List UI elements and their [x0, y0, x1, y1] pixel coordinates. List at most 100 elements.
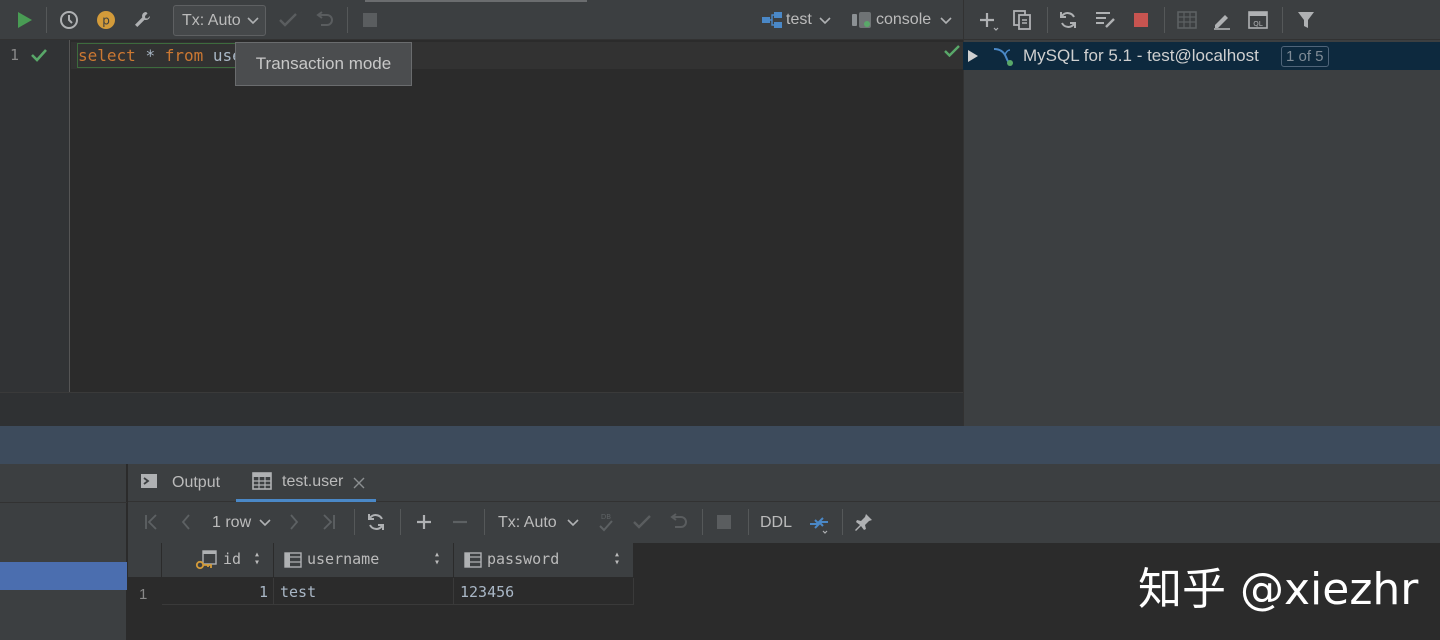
pin-icon[interactable] [852, 510, 876, 534]
stop-icon[interactable] [358, 8, 382, 32]
toolbar-top-accent [365, 0, 587, 2]
primary-key-column-icon [194, 550, 218, 572]
submit-db-icon[interactable]: DB [594, 510, 618, 534]
svg-text:p: p [102, 14, 110, 28]
commit-icon[interactable] [630, 510, 654, 534]
chevron-down-icon[interactable] [566, 516, 580, 530]
next-page-icon[interactable] [283, 510, 305, 534]
ddl-button[interactable]: DDL [760, 514, 792, 532]
row-count-selector[interactable]: 1 row [212, 514, 251, 532]
table-icon [252, 471, 274, 492]
sidebar-divider [0, 502, 127, 503]
toolbar-separator [842, 509, 843, 535]
schema-sync-icon[interactable] [1092, 8, 1118, 32]
rollback-icon[interactable] [312, 8, 336, 32]
cell-username[interactable]: test [274, 578, 454, 605]
close-icon[interactable] [351, 474, 367, 490]
expand-arrow-icon[interactable] [964, 47, 982, 65]
toolbar-separator [347, 7, 348, 33]
toolbar-separator [46, 7, 47, 33]
table-view-icon[interactable] [1174, 8, 1200, 32]
add-icon[interactable] [975, 8, 1001, 34]
transaction-mode-tooltip: Transaction mode [235, 42, 412, 86]
check-icon [29, 46, 49, 64]
remove-row-icon[interactable] [448, 510, 472, 534]
reload-icon[interactable] [364, 510, 388, 534]
sort-arrows-icon[interactable]: ▴ ▾ [434, 550, 440, 568]
refresh-icon[interactable] [1056, 8, 1080, 32]
history-icon[interactable] [57, 8, 81, 32]
toolbar-separator [1047, 7, 1048, 33]
mysql-icon [991, 45, 1015, 67]
sort-arrows-icon[interactable]: ▴ ▾ [254, 550, 260, 568]
toolbar-separator [702, 509, 703, 535]
sort-arrows-icon[interactable]: ▴ ▾ [614, 550, 620, 568]
chevron-down-icon [246, 14, 260, 28]
stop-red-icon[interactable] [1129, 8, 1153, 32]
results-tx-mode-selector[interactable]: Tx: Auto [498, 514, 557, 532]
filter-icon[interactable] [1294, 8, 1318, 32]
tab-output[interactable]: Output [140, 464, 220, 502]
console-icon [850, 8, 874, 32]
svg-text:QL: QL [1253, 20, 1263, 28]
toolbar-separator [484, 509, 485, 535]
keyword-from: from [164, 46, 204, 65]
chevron-down-icon[interactable] [818, 14, 832, 28]
toolbar-separator [1164, 7, 1165, 33]
code-line[interactable]: select * from use [77, 43, 245, 68]
column-header-id[interactable]: id ▴ ▾ [162, 543, 274, 577]
column-header-username[interactable]: username ▴ ▾ [274, 543, 454, 577]
chevron-down-icon[interactable] [939, 14, 953, 28]
column-icon [462, 550, 484, 570]
profile-icon[interactable]: p [94, 8, 118, 32]
tab-test-user[interactable]: test.user [236, 464, 376, 502]
column-icon [282, 550, 304, 570]
query-console-icon[interactable]: QL [1246, 8, 1270, 32]
services-sidebar [0, 464, 127, 640]
results-toolbar: 1 row Tx: Auto DB DDL [128, 502, 1440, 543]
column-header-label: password [487, 550, 560, 568]
chevron-down-icon[interactable] [258, 516, 272, 530]
column-header-label: id [223, 550, 242, 568]
svg-text:DB: DB [601, 513, 611, 521]
toolbar-separator [400, 509, 401, 535]
cell-id[interactable]: 1 [162, 578, 274, 605]
database-toolbar: QL [963, 0, 1440, 40]
copy-icon[interactable] [1010, 8, 1034, 32]
row-header-corner [128, 543, 162, 577]
sql-editor[interactable] [71, 40, 963, 392]
connection-count-badge: 1 of 5 [1281, 46, 1329, 67]
toolbar-separator [748, 509, 749, 535]
column-header-label: username [307, 550, 380, 568]
tab-test-user-label: test.user [282, 472, 344, 490]
previous-page-icon[interactable] [175, 510, 197, 534]
keyword-select: select [78, 46, 136, 65]
rollback-icon[interactable] [666, 510, 690, 534]
tx-mode-dropdown[interactable]: Tx: Auto [173, 5, 266, 36]
schema-selector[interactable]: test [786, 11, 812, 29]
first-page-icon[interactable] [140, 510, 162, 534]
services-selected-item[interactable] [0, 562, 127, 590]
database-tree-panel [963, 40, 1440, 426]
edit-pencil-icon[interactable] [1210, 8, 1234, 32]
toolbar-separator [354, 509, 355, 535]
connection-label[interactable]: MySQL for 5.1 - test@localhost [1023, 46, 1259, 66]
column-header-password[interactable]: password ▴ ▾ [454, 543, 634, 577]
add-row-icon[interactable] [412, 510, 436, 534]
editor-toolbar: p Tx: Auto test console [0, 0, 963, 40]
line-number: 1 [10, 46, 20, 64]
schema-icon [760, 8, 784, 32]
cell-password[interactable]: 123456 [454, 578, 634, 605]
toolbar-separator [1282, 7, 1283, 33]
compare-arrows-icon[interactable] [806, 510, 832, 536]
commit-icon[interactable] [276, 8, 300, 32]
output-console-icon [140, 473, 162, 493]
session-selector[interactable]: console [876, 11, 931, 29]
star-token: * [145, 46, 156, 65]
editor-gutter: 1 [0, 40, 70, 392]
last-page-icon[interactable] [318, 510, 340, 534]
run-icon[interactable] [12, 8, 36, 32]
cancel-query-icon[interactable] [712, 510, 736, 534]
settings-wrench-icon[interactable] [130, 8, 154, 32]
panel-splitter[interactable] [0, 426, 1440, 464]
